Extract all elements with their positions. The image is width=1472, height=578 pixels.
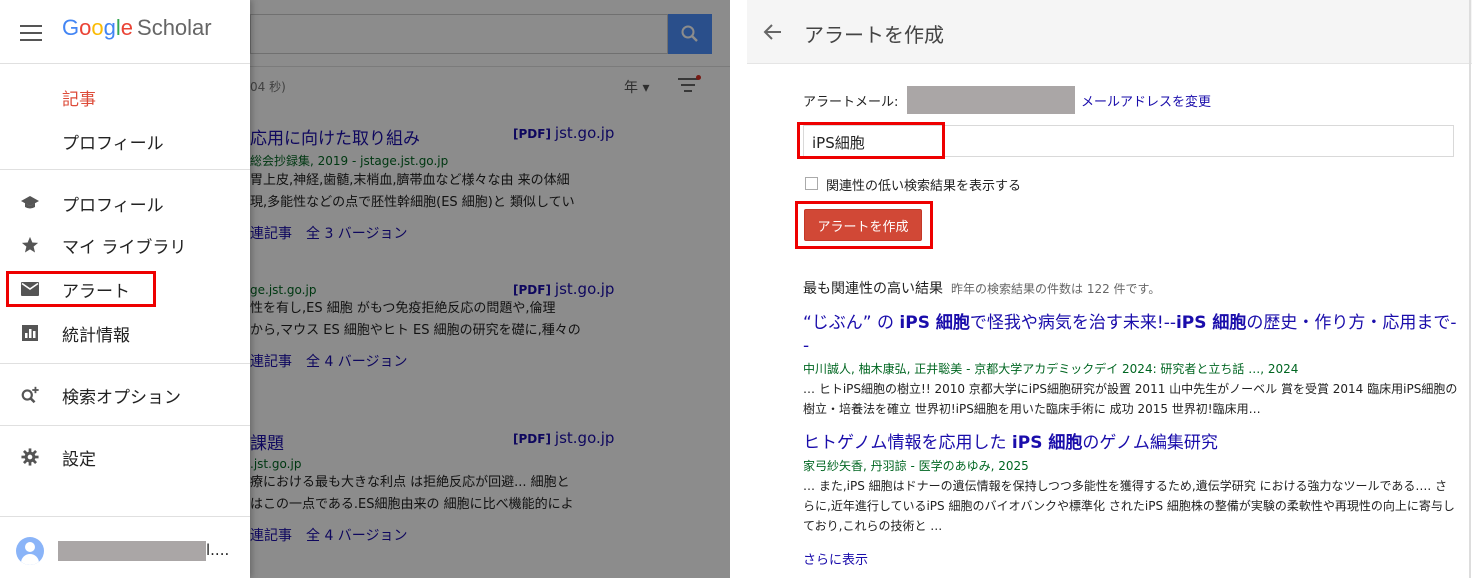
drawer-item-my-library[interactable]: マイ ライブラリ	[0, 227, 250, 263]
result-snippet: … また,iPS 細胞はドナーの遺伝情報を保持しつつ多能性を獲得するため,遺伝学…	[803, 479, 1455, 533]
highlight-box	[797, 122, 945, 159]
drawer-item-label: 検索オプション	[62, 387, 181, 408]
highlight-box	[795, 201, 933, 249]
back-arrow-icon[interactable]	[763, 22, 783, 42]
result-snippet: … ヒトiPS細胞の樹立!! 2010 京都大学にiPS細胞研究が設置 2011…	[803, 382, 1458, 416]
menu-icon[interactable]	[20, 25, 42, 46]
drawer-item-label: プロフィール	[62, 133, 164, 154]
drawer-header: Google Scholar	[0, 0, 250, 64]
alert-email-label: アラートメール:	[803, 95, 899, 110]
alert-header: アラートを作成	[747, 0, 1472, 64]
drawer-item-label: 統計情報	[62, 325, 130, 346]
result-source: 中川誠人, 柚木康弘, 正井聡美 - 京都大学アカデミックデイ 2024: 研究…	[803, 362, 1299, 376]
highlight-box	[6, 271, 156, 307]
search-plus-icon	[20, 385, 40, 405]
google-scholar-logo[interactable]: Google Scholar	[62, 15, 212, 41]
section-title-text: 最も関連性の高い結果	[803, 281, 943, 297]
stats-icon	[20, 323, 40, 343]
drawer-item-articles[interactable]: 記事	[0, 79, 250, 115]
star-icon	[20, 235, 40, 255]
account-email-tail: l....	[206, 541, 230, 559]
drawer-item-settings[interactable]: 設定	[0, 439, 250, 475]
scroll-edge	[1469, 0, 1471, 578]
show-more-link[interactable]: さらに表示	[803, 549, 868, 568]
redacted-email	[907, 86, 1075, 114]
navigation-drawer: GoogleScholar 記事 プロフィール プロフィール マイ ライブラリ	[0, 0, 250, 578]
low-relevance-label: 関連性の低い検索結果を表示する	[826, 179, 1022, 194]
low-relevance-checkbox[interactable]	[805, 177, 818, 190]
scholar-menu-screenshot: 04 秒) 年 ▾ 応用に向けた取り組み [PDF] jst.go.jp 総会抄録…	[0, 0, 730, 578]
drawer-item-metrics[interactable]: 統計情報	[0, 315, 250, 351]
account-row[interactable]: l....	[0, 516, 250, 578]
avatar	[16, 537, 44, 565]
result-title[interactable]: “じぶん” の iPS 細胞で怪我や病気を治す未来!--iPS 細胞の歴史・作り…	[803, 312, 1459, 358]
gear-icon	[20, 447, 40, 467]
drawer-item-label: 記事	[62, 89, 96, 110]
drawer-item-profile[interactable]: プロフィール	[0, 123, 250, 159]
redacted-email	[58, 541, 206, 561]
graduation-cap-icon	[20, 193, 40, 213]
drawer-item-label: マイ ライブラリ	[62, 237, 187, 258]
result-source: 家弓紗矢香, 丹羽諒 - 医学のあゆみ, 2025	[803, 459, 1029, 473]
drawer-item-label: 設定	[62, 449, 96, 470]
page-title: アラートを作成	[804, 23, 944, 47]
drawer-item-my-profile[interactable]: プロフィール	[0, 185, 250, 221]
result-item: ヒトゲノム情報を応用した iPS 細胞のゲノム編集研究 家弓紗矢香, 丹羽諒 -…	[803, 432, 1459, 536]
result-title[interactable]: ヒトゲノム情報を応用した iPS 細胞のゲノム編集研究	[803, 432, 1459, 455]
drawer-item-label: プロフィール	[62, 195, 164, 216]
drawer-item-advanced-search[interactable]: 検索オプション	[0, 377, 250, 413]
change-email-link[interactable]: メールアドレスを変更	[1081, 91, 1211, 110]
result-item: “じぶん” の iPS 細胞で怪我や病気を治す未来!--iPS 細胞の歴史・作り…	[803, 312, 1459, 419]
results-section-title: 最も関連性の高い結果 昨年の検索結果の件数は 122 件です。	[803, 278, 1160, 298]
section-subtitle: 昨年の検索結果の件数は 122 件です。	[951, 282, 1161, 296]
create-alert-screenshot: アラートを作成 アラートメール: メールアドレスを変更 iPS細胞 関連性の低い…	[747, 0, 1472, 578]
